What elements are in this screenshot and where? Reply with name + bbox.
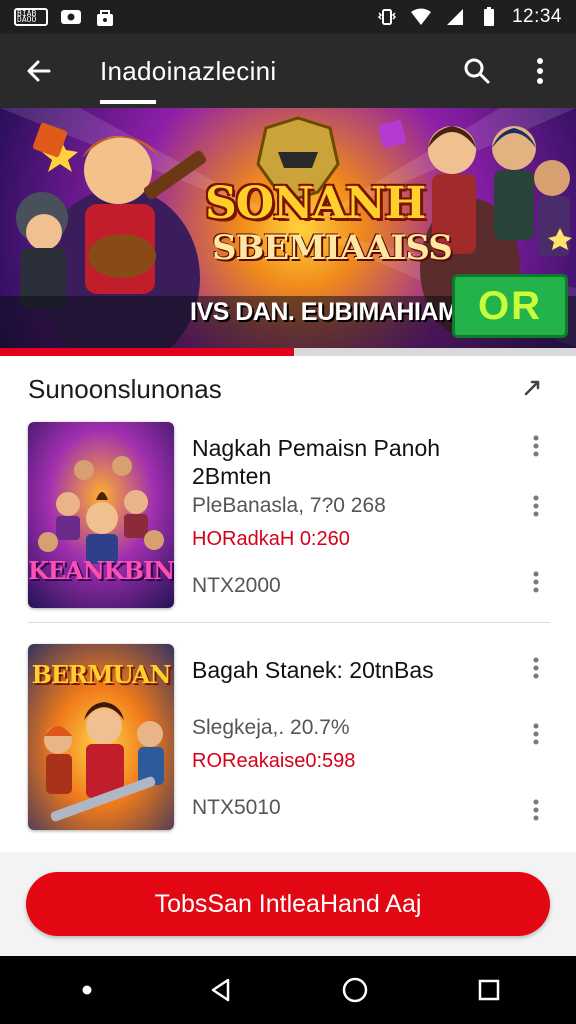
more-vert-icon	[533, 571, 539, 593]
lock-icon	[94, 8, 116, 26]
more-vert-icon	[533, 495, 539, 517]
banner-promo-text: IVS DAN. EUBIMAHIAM.	[190, 298, 465, 326]
product-title[interactable]: Bagah Stanek: 20tnBas	[192, 656, 492, 684]
banner-subtitle: SBEMIAAISS	[212, 228, 453, 268]
wifi-icon	[410, 8, 432, 26]
more-vert-icon	[537, 58, 543, 84]
banner-title: SONANH	[205, 178, 426, 229]
status-bar: BIAB DAOO 12:34	[0, 0, 576, 34]
product-card[interactable]: BERMUAN Bagah Stanek: 20tnBas Slegkeja,.…	[0, 632, 576, 852]
arrow-back-icon	[27, 60, 51, 82]
product-thumbnail[interactable]: KEANKBIN	[28, 422, 174, 608]
signal-icon	[444, 8, 466, 26]
dot-icon	[82, 985, 92, 995]
product-sale-text: HORadkaH 0:260	[192, 528, 350, 550]
product-price-menu-button[interactable]	[524, 568, 548, 596]
bottom-action-area: TobsSan IntleaHand Aaj	[0, 852, 576, 956]
more-vert-icon	[533, 723, 539, 745]
product-sale-text: ROReakaise0:598	[192, 750, 356, 772]
recents-square-icon	[478, 979, 500, 1001]
nav-recents-button[interactable]	[465, 966, 513, 1014]
product-info: PleBanasla, 7?0 268	[192, 494, 386, 517]
vibrate-icon	[376, 8, 398, 26]
notification-icon-text: BIAB DAOO	[17, 9, 37, 24]
system-nav-bar	[0, 956, 576, 1024]
home-circle-icon	[342, 977, 368, 1003]
banner-progress-fill	[0, 348, 294, 356]
more-vert-icon	[533, 435, 539, 457]
section-header: Sunoonslunonas	[28, 374, 222, 404]
product-menu-button[interactable]	[524, 654, 548, 682]
thumbnail-title: BERMUAN	[31, 660, 172, 689]
nav-back-button[interactable]	[197, 966, 245, 1014]
product-menu-button[interactable]	[524, 432, 548, 460]
back-triangle-icon	[211, 978, 230, 1002]
page-title: Inadoinazlecini	[100, 56, 277, 86]
banner-progress	[0, 348, 576, 356]
more-vert-icon	[533, 657, 539, 679]
section-refresh-button[interactable]	[518, 374, 548, 404]
banner-cta-button[interactable]: OR	[452, 274, 568, 338]
photo-icon	[60, 8, 82, 26]
primary-action-button[interactable]: TobsSan IntleaHand Aaj	[26, 872, 550, 936]
more-vert-icon	[533, 799, 539, 821]
battery-icon	[478, 7, 500, 26]
product-price-menu-button[interactable]	[524, 796, 548, 824]
search-button[interactable]	[458, 52, 496, 90]
notification-icon: BIAB DAOO	[14, 8, 48, 26]
product-price: NTX2000	[192, 574, 281, 597]
status-left: BIAB DAOO	[14, 8, 116, 26]
more-menu-button[interactable]	[522, 52, 558, 90]
product-info: Slegkeja,. 20.7%	[192, 716, 350, 739]
product-price: NTX5010	[192, 796, 281, 819]
product-title[interactable]: Nagkah Pemaisn Panoh 2Bmten	[192, 434, 492, 490]
status-time: 12:34	[511, 6, 562, 27]
title-underline	[100, 100, 156, 104]
app-toolbar: Inadoinazlecini	[0, 34, 576, 108]
refresh-icon	[524, 380, 540, 396]
search-icon	[464, 58, 490, 84]
product-thumbnail[interactable]: BERMUAN	[28, 644, 174, 830]
nav-dot-button[interactable]	[63, 966, 111, 1014]
product-card[interactable]: KEANKBIN Nagkah Pemaisn Panoh 2Bmten Ple…	[0, 410, 576, 630]
nav-home-button[interactable]	[331, 966, 379, 1014]
back-button[interactable]	[20, 52, 58, 90]
promo-banner[interactable]: SONANH SBEMIAAISS IVS DAN. EUBIMAHIAM. O…	[0, 108, 576, 348]
status-right: 12:34	[376, 6, 562, 28]
product-info-menu-button[interactable]	[524, 720, 548, 748]
thumbnail-title: KEANKBIN	[28, 556, 174, 585]
card-divider	[28, 622, 550, 623]
product-info-menu-button[interactable]	[524, 492, 548, 520]
